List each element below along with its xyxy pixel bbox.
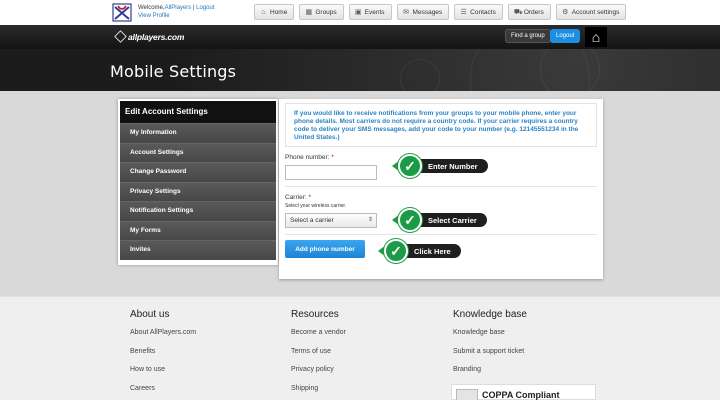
callout-label: Enter Number: [416, 159, 488, 173]
phone-number-input[interactable]: [285, 165, 377, 180]
carrier-label: Carrier: *: [285, 194, 597, 201]
nav-label: Home: [270, 8, 288, 16]
footer-heading: Knowledge base: [453, 309, 527, 320]
logout-link[interactable]: Logout: [196, 5, 214, 11]
footer-link[interactable]: Submit a support ticket: [453, 348, 527, 367]
nav-label: Account settings: [571, 8, 620, 16]
calendar-icon: ▣: [354, 8, 362, 16]
footer-column-resources: Resources Become a vendor Terms of use P…: [291, 309, 346, 400]
callout-enter-number: ✓ Enter Number: [392, 154, 488, 178]
nav-account-settings-button[interactable]: ⚙ Account settings: [555, 4, 627, 20]
nav-orders-button[interactable]: ⛟ Orders: [507, 4, 551, 20]
footer-link[interactable]: Careers: [130, 385, 196, 400]
select-arrows-icon: ⇕: [367, 217, 373, 223]
cart-icon: ⛟: [513, 8, 523, 16]
footer-link[interactable]: Terms of use: [291, 348, 346, 367]
footer-link[interactable]: How to use: [130, 366, 196, 385]
home-icon[interactable]: ⌂: [585, 27, 607, 47]
footer-column-about: About us About AllPlayers.com Benefits H…: [130, 309, 196, 400]
find-group-button[interactable]: Find a group: [505, 29, 551, 43]
sidebar-item-privacy-settings[interactable]: Privacy Settings: [120, 181, 276, 201]
sidebar-item-invites[interactable]: Invites: [120, 240, 276, 260]
footer-link[interactable]: Privacy policy: [291, 366, 346, 385]
checkmark-icon: ✓: [398, 154, 422, 178]
page-title: Mobile Settings: [110, 62, 237, 81]
top-nav: ⌂ Home ▦ Groups ▣ Events ✉ Messages ☰ Contact…: [254, 4, 627, 20]
footer-link[interactable]: Branding: [453, 366, 527, 385]
title-banner: [0, 49, 720, 91]
carrier-label-text: Carrier:: [285, 194, 307, 201]
footer-link[interactable]: Become a vendor: [291, 329, 346, 348]
footer-link[interactable]: Shipping: [291, 385, 346, 400]
carrier-select[interactable]: Select a carrier ⇕: [285, 213, 377, 228]
account-sidebar: Edit Account Settings My Information Acc…: [118, 99, 278, 265]
brand-mark-icon: [114, 30, 127, 43]
welcome-block: Welcome,AllPlayers | Logout View Profile: [138, 4, 215, 20]
coppa-label: COPPA Compliant: [482, 390, 560, 400]
coppa-seal-icon: [456, 389, 478, 400]
home-icon: ⌂: [261, 8, 266, 16]
nav-events-button[interactable]: ▣ Events: [348, 4, 392, 20]
add-phone-number-button[interactable]: Add phone number: [285, 240, 365, 258]
sidebar-item-notification-settings[interactable]: Notification Settings: [120, 201, 276, 221]
nav-groups-button[interactable]: ▦ Groups: [299, 4, 344, 20]
divider: [285, 186, 597, 187]
carrier-selected-value: Select a carrier: [290, 217, 334, 224]
callout-select-carrier: ✓ Select Carrier: [392, 208, 487, 232]
footer-link[interactable]: About AllPlayers.com: [130, 329, 196, 348]
footer-heading: About us: [130, 309, 170, 320]
gear-icon: ⚙: [562, 8, 569, 16]
nav-messages-button[interactable]: ✉ Messages: [396, 4, 450, 20]
brand-name: allplayers.com: [128, 31, 185, 42]
sidebar-item-account-settings[interactable]: Account Settings: [120, 142, 276, 162]
footer-column-knowledge: Knowledge base Knowledge base Submit a s…: [453, 309, 527, 385]
groups-icon: ▦: [305, 8, 313, 16]
allplayers-logo-icon[interactable]: [112, 3, 132, 22]
footer-heading: Resources: [291, 309, 339, 320]
phone-label-text: Phone number:: [285, 154, 330, 161]
sidebar-item-change-password[interactable]: Change Password: [120, 162, 276, 182]
site-footer: About us About AllPlayers.com Benefits H…: [0, 296, 720, 400]
nav-label: Groups: [315, 8, 337, 16]
sidebar-item-my-information[interactable]: My Information: [120, 123, 276, 143]
coppa-badge[interactable]: COPPA Compliant: [451, 384, 596, 400]
nav-label: Events: [364, 8, 385, 16]
top-bar: Welcome,AllPlayers | Logout View Profile…: [0, 0, 720, 25]
site-header: allplayers.com Find a group Logout ⌂: [0, 25, 720, 49]
carrier-hint: Select your wireless carrier.: [285, 203, 347, 209]
info-text: If you would like to receive notificatio…: [285, 103, 597, 147]
contacts-icon: ☰: [460, 8, 467, 16]
nav-label: Messages: [412, 8, 443, 16]
welcome-text: Welcome,: [138, 5, 165, 11]
sidebar-item-my-forms[interactable]: My Forms: [120, 220, 276, 240]
checkmark-icon: ✓: [398, 208, 422, 232]
nav-label: Orders: [523, 8, 544, 16]
callout-label: Click Here: [402, 244, 461, 258]
view-profile-link[interactable]: View Profile: [138, 13, 170, 19]
callout-click-here: ✓ Click Here: [378, 239, 461, 263]
nav-label: Contacts: [470, 8, 496, 16]
required-mark: *: [308, 194, 312, 201]
callout-label: Select Carrier: [416, 213, 487, 227]
brand-logo[interactable]: allplayers.com: [114, 30, 185, 43]
required-mark: *: [331, 154, 334, 161]
envelope-icon: ✉: [403, 8, 409, 16]
footer-link[interactable]: Knowledge base: [453, 329, 527, 348]
username-link[interactable]: AllPlayers: [165, 5, 192, 11]
nav-home-button[interactable]: ⌂ Home: [254, 4, 295, 20]
divider: [285, 234, 597, 235]
checkmark-icon: ✓: [384, 239, 408, 263]
sidebar-heading: Edit Account Settings: [120, 101, 276, 123]
logout-button[interactable]: Logout: [550, 29, 581, 43]
nav-contacts-button[interactable]: ☰ Contacts: [454, 4, 503, 20]
footer-link[interactable]: Benefits: [130, 348, 196, 367]
